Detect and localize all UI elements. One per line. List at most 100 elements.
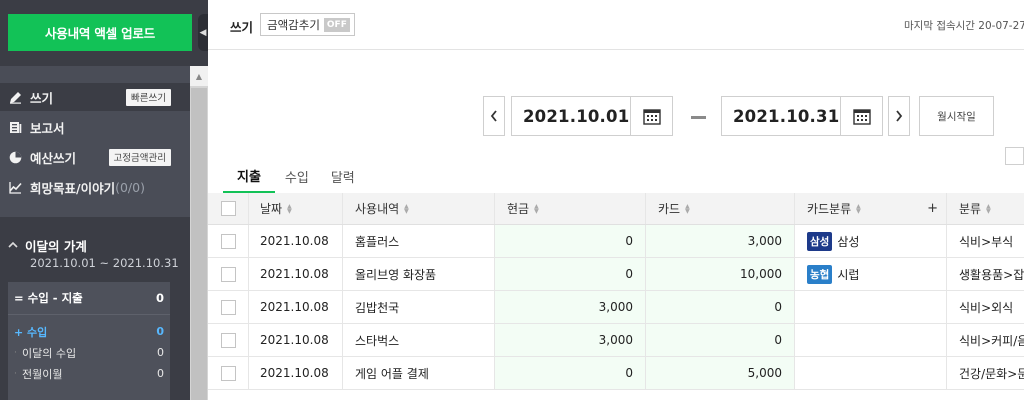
sidebar: 사용내역 액셀 업로드 ◀ 쓰기 빠른쓰기 보고서 예산쓰기 고정금액관리 희망… [0, 0, 208, 400]
header-category-label: 분류 [959, 202, 982, 216]
add-card-type-icon[interactable]: + [927, 201, 938, 216]
sidebar-item-label: 희망목표/이야기 [30, 180, 116, 196]
row-card[interactable]: 5,000 [645, 357, 794, 389]
row-card-type[interactable] [794, 357, 946, 389]
row-item[interactable]: 김밥천국 [342, 291, 494, 323]
start-date-value[interactable]: 2021.10.01 [512, 107, 630, 126]
end-date-field[interactable]: 2021.10.31 [721, 96, 883, 136]
row-item[interactable]: 올리브영 화장품 [342, 258, 494, 290]
monthly-household-panel: 이달의 가계 2021.10.01 ~ 2021.10.31 = 수입 - 지출… [0, 217, 190, 400]
row-checkbox-cell [208, 258, 248, 290]
row-date[interactable]: 2021.10.08 [248, 291, 342, 323]
table-row[interactable]: 2021.10.08 스타벅스 3,000 0 식비>커피/음 [208, 324, 1024, 357]
select-checkbox[interactable] [1005, 147, 1024, 165]
scroll-up-icon[interactable]: ▲ [190, 66, 208, 86]
row-category[interactable]: 식비>외식 [946, 291, 1024, 323]
quick-write-button[interactable]: 빠른쓰기 [126, 88, 171, 106]
sidebar-item-report[interactable]: 보고서 [0, 113, 190, 141]
month-start-day-button[interactable]: 월시작일 [919, 96, 994, 136]
scroll-thumb[interactable] [191, 88, 207, 400]
calendar-icon[interactable] [840, 97, 882, 135]
report-icon [8, 120, 22, 134]
row-category[interactable]: 건강/문화>문 [946, 357, 1024, 389]
header-card-type-label: 카드분류 [807, 202, 852, 216]
row-card[interactable]: 10,000 [645, 258, 794, 290]
net-summary-label: = 수입 - 지출 [14, 291, 83, 305]
sort-icon: ▲ ▼ [404, 202, 409, 215]
card-name: 삼성 [837, 234, 860, 249]
header-date[interactable]: 날짜 ▲ ▼ [248, 193, 342, 224]
income-detail-row: · 이달의 수입 0 [8, 342, 170, 363]
row-cash[interactable]: 3,000 [494, 291, 645, 323]
row-checkbox[interactable] [221, 266, 236, 282]
header-cash[interactable]: 현금 ▲ ▼ [494, 193, 645, 224]
monthly-range: 2021.10.01 ~ 2021.10.31 [30, 256, 179, 270]
hide-amount-toggle[interactable]: 금액감추기 OFF [260, 13, 355, 36]
sort-icon: ▲ ▼ [534, 202, 539, 215]
sidebar-item-budget[interactable]: 예산쓰기 고정금액관리 [0, 143, 190, 171]
fixed-amount-button[interactable]: 고정금액관리 [108, 148, 171, 166]
monthly-title[interactable]: 이달의 가계 [8, 236, 87, 255]
tab-income[interactable]: 수입 [273, 160, 321, 193]
row-cash[interactable]: 0 [494, 225, 645, 257]
summary-box: = 수입 - 지출 0 + 수입 0 · 이달의 수입 0 · 전월이월 0 [8, 282, 170, 400]
row-date[interactable]: 2021.10.08 [248, 357, 342, 389]
row-checkbox[interactable] [221, 365, 236, 381]
row-card-type[interactable] [794, 324, 946, 356]
excel-upload-button[interactable]: 사용내역 액셀 업로드 [8, 14, 192, 51]
date-range-separator [691, 116, 706, 119]
row-date[interactable]: 2021.10.08 [248, 258, 342, 290]
tab-bar: 지출 수입 달력 [223, 160, 367, 193]
goals-count: (0/0) [115, 179, 145, 195]
row-cash[interactable]: 0 [494, 357, 645, 389]
card-name: 시럽 [837, 267, 860, 282]
row-item[interactable]: 게임 어플 결제 [342, 357, 494, 389]
row-card-type[interactable] [794, 291, 946, 323]
row-item[interactable]: 스타벅스 [342, 324, 494, 356]
row-date[interactable]: 2021.10.08 [248, 225, 342, 257]
row-category[interactable]: 식비>부식 [946, 225, 1024, 257]
net-summary-value: 0 [155, 291, 164, 305]
tab-expense[interactable]: 지출 [223, 160, 275, 193]
sidebar-scrollbar[interactable]: ▲ [190, 66, 208, 400]
row-date[interactable]: 2021.10.08 [248, 324, 342, 356]
calendar-icon[interactable] [630, 97, 672, 135]
header-card[interactable]: 카드 ▲ ▼ [645, 193, 794, 224]
sidebar-item-goals[interactable]: 희망목표/이야기 (0/0) [0, 173, 190, 201]
header-item[interactable]: 사용내역 ▲ ▼ [342, 193, 494, 224]
row-item[interactable]: 홈플러스 [342, 225, 494, 257]
row-category[interactable]: 생활용품>잡 [946, 258, 1024, 290]
header-card-type[interactable]: 카드분류 ▲ ▼ + [794, 193, 946, 224]
header-category[interactable]: 분류 ▲ ▼ [946, 193, 1024, 224]
prev-month-button[interactable] [483, 96, 505, 136]
next-month-button[interactable] [888, 96, 910, 136]
select-all-checkbox[interactable] [221, 201, 236, 216]
table-row[interactable]: 2021.10.08 홈플러스 0 3,000 삼성 삼성 식비>부식 [208, 225, 1024, 258]
header-checkbox-cell [208, 193, 248, 224]
row-checkbox[interactable] [221, 299, 236, 315]
row-checkbox[interactable] [221, 233, 236, 249]
chevron-left-icon [490, 110, 497, 122]
row-cash[interactable]: 0 [494, 258, 645, 290]
row-category[interactable]: 식비>커피/음 [946, 324, 1024, 356]
header-card-label: 카드 [658, 202, 681, 216]
row-checkbox-cell [208, 291, 248, 323]
row-checkbox[interactable] [221, 332, 236, 348]
row-card[interactable]: 0 [645, 324, 794, 356]
start-date-field[interactable]: 2021.10.01 [511, 96, 673, 136]
sidebar-item-write[interactable]: 쓰기 빠른쓰기 [0, 83, 190, 111]
table-row[interactable]: 2021.10.08 올리브영 화장품 0 10,000 농협 시럽 생활용품>잡 [208, 258, 1024, 291]
row-card-type[interactable]: 농협 시럽 [794, 258, 946, 290]
tab-calendar[interactable]: 달력 [319, 160, 367, 193]
pie-chart-icon [8, 150, 22, 164]
income-row[interactable]: + 수입 0 [8, 321, 170, 342]
row-cash[interactable]: 3,000 [494, 324, 645, 356]
sidebar-collapse-icon[interactable]: ◀ [198, 14, 208, 51]
table-row[interactable]: 2021.10.08 게임 어플 결제 0 5,000 건강/문화>문 [208, 357, 1024, 390]
row-card-type[interactable]: 삼성 삼성 [794, 225, 946, 257]
row-card[interactable]: 0 [645, 291, 794, 323]
row-card[interactable]: 3,000 [645, 225, 794, 257]
end-date-value[interactable]: 2021.10.31 [722, 107, 840, 126]
sort-icon: ▲ ▼ [986, 202, 991, 215]
table-row[interactable]: 2021.10.08 김밥천국 3,000 0 식비>외식 [208, 291, 1024, 324]
